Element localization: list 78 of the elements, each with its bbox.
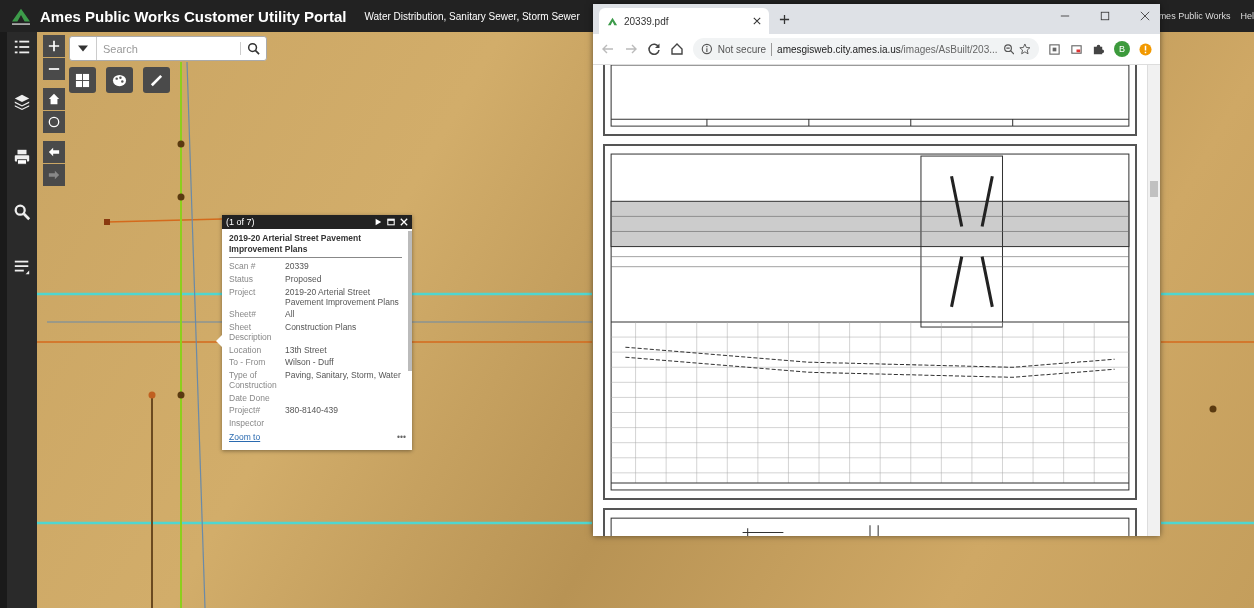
next-icon[interactable] xyxy=(374,218,382,226)
reload-icon[interactable] xyxy=(647,42,661,56)
manhole-marker xyxy=(177,140,185,148)
locate-button[interactable] xyxy=(43,111,65,133)
manhole-marker xyxy=(104,219,110,225)
arrow-right-icon xyxy=(48,169,60,181)
cast-icon[interactable] xyxy=(1070,42,1083,56)
ruler-icon xyxy=(149,72,164,88)
favicon-icon xyxy=(607,15,618,27)
popup-counter: (1 of 7) xyxy=(226,217,255,227)
security-label: Not secure xyxy=(717,43,767,55)
zoom-out-button[interactable] xyxy=(43,58,65,80)
legend-button[interactable] xyxy=(106,67,133,93)
field-value: 13th Street xyxy=(285,345,327,356)
field-value: Paving, Sanitary, Storm, Water xyxy=(285,371,401,383)
field-label: Date Done xyxy=(229,393,271,404)
layers-icon[interactable] xyxy=(13,93,31,111)
palette-icon xyxy=(112,72,127,88)
close-icon[interactable] xyxy=(1140,11,1150,21)
plus-icon xyxy=(48,40,60,52)
home-icon xyxy=(48,93,60,105)
logo-icon xyxy=(10,7,32,25)
back-button[interactable] xyxy=(43,141,65,163)
star-icon[interactable] xyxy=(1019,43,1031,55)
capture-icon[interactable] xyxy=(1048,42,1061,56)
field-label: Inspector xyxy=(229,419,265,429)
manhole-marker xyxy=(177,391,185,399)
field-value: All xyxy=(285,310,295,321)
scrollbar[interactable] xyxy=(1147,65,1160,536)
field-value: 20339 xyxy=(285,262,309,272)
field-label: Project# xyxy=(229,406,262,417)
address-bar[interactable]: Not secure amesgisweb.city.ames.ia.us/images/AsBuilt/203... xyxy=(693,38,1039,60)
maximize-icon[interactable] xyxy=(1100,11,1110,21)
field-value: 380-8140-439 xyxy=(285,406,338,417)
list-icon[interactable] xyxy=(13,258,31,276)
scrollbar[interactable] xyxy=(408,231,412,371)
field-label: Sheet Description xyxy=(229,323,273,343)
more-menu[interactable]: ••• xyxy=(397,431,406,442)
field-label: To - From xyxy=(229,358,267,369)
arrow-left-icon xyxy=(48,146,60,158)
field-label: Project xyxy=(229,287,257,299)
url-text: amesgisweb.city.ames.ia.us/images/AsBuilt/203... xyxy=(777,43,998,55)
field-value: Wilson - Duff xyxy=(285,358,334,369)
field-label: Status xyxy=(229,275,255,285)
measure-button[interactable] xyxy=(143,67,170,93)
header-link[interactable]: Hel xyxy=(1240,11,1254,21)
field-label: Scan # xyxy=(229,262,257,272)
search-icon[interactable] xyxy=(13,203,31,221)
field-label: Sheet# xyxy=(229,310,257,321)
app-subtitle: Water Distribution, Sanitary Sewer, Storm Sewer xyxy=(364,10,580,22)
zoom-in-button[interactable] xyxy=(43,35,65,57)
manhole-marker xyxy=(1209,405,1217,413)
popup-title: 2019-20 Arterial Street Pavement Improvement Plans xyxy=(229,233,402,259)
field-label: Type of Construction xyxy=(229,371,278,391)
field-value: Construction Plans xyxy=(285,323,357,335)
manhole-marker xyxy=(148,391,156,399)
close-icon[interactable] xyxy=(753,17,761,25)
field-value: Proposed xyxy=(285,275,322,285)
locate-icon xyxy=(48,116,60,128)
basemap-button[interactable] xyxy=(69,67,96,93)
print-icon[interactable] xyxy=(13,148,31,166)
grid-icon xyxy=(75,72,90,88)
profile-avatar[interactable]: B xyxy=(1114,41,1130,57)
home-icon[interactable] xyxy=(670,42,684,56)
home-button[interactable] xyxy=(43,88,65,110)
tab-title: 20339.pdf xyxy=(624,15,670,27)
zoom-to-link[interactable]: Zoom to xyxy=(229,431,261,442)
info-icon xyxy=(701,43,713,55)
manhole-marker xyxy=(177,193,185,201)
search-bar[interactable]: Search xyxy=(69,36,267,61)
list-icon[interactable] xyxy=(13,38,31,56)
app-title: Ames Public Works Customer Utility Portal xyxy=(40,7,347,25)
field-value: 2019-20 Arterial Street Pavement Improvement Plans xyxy=(285,287,400,308)
field-label: Location xyxy=(229,345,263,356)
browser-tab[interactable]: 20339.pdf xyxy=(599,8,769,34)
new-tab-icon[interactable] xyxy=(779,13,790,25)
zoom-icon[interactable] xyxy=(1002,43,1015,55)
puzzle-icon[interactable] xyxy=(1092,42,1105,56)
